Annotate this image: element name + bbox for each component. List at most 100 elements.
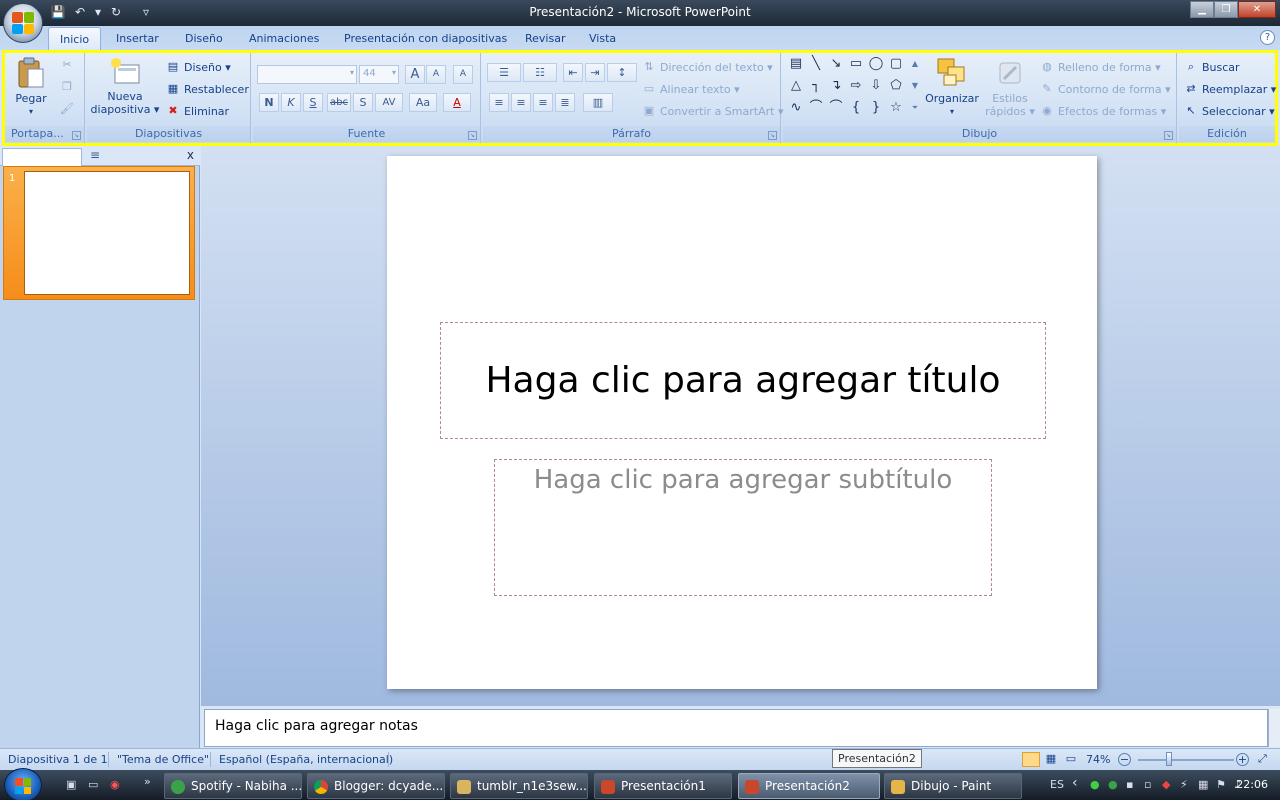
- maximize-button[interactable]: ❐: [1214, 1, 1238, 18]
- tab-inicio[interactable]: Inicio: [48, 27, 102, 50]
- cut-icon[interactable]: ✂: [59, 57, 75, 73]
- normal-view-icon[interactable]: [1022, 752, 1040, 767]
- shape-fill-button[interactable]: ◍ Relleno de forma ▾: [1039, 59, 1160, 75]
- tab-vista[interactable]: Vista: [589, 31, 616, 46]
- title-placeholder[interactable]: Haga clic para agregar título: [440, 322, 1046, 439]
- reset-button[interactable]: ▦ Restablecer: [165, 81, 249, 97]
- gallery-down-icon[interactable]: ▼: [909, 77, 921, 95]
- change-case-button[interactable]: Aa: [409, 93, 437, 112]
- elbow-connector-shape-icon[interactable]: ┐: [807, 77, 825, 95]
- font-launcher-icon[interactable]: ↘: [468, 131, 477, 140]
- bullets-button[interactable]: ☰: [487, 63, 521, 82]
- format-painter-icon[interactable]: 🖌: [59, 101, 75, 117]
- tray-app-icon[interactable]: ▫: [1144, 778, 1151, 791]
- slide-sorter-view-icon[interactable]: ▦: [1042, 752, 1060, 767]
- font-name-combo[interactable]: ▾: [257, 65, 357, 84]
- underline-button[interactable]: S: [303, 93, 323, 112]
- tab-outline[interactable]: ≡: [86, 148, 156, 166]
- antivirus-icon[interactable]: ◆: [1162, 778, 1170, 791]
- messenger-icon[interactable]: ●: [1090, 778, 1100, 791]
- find-button[interactable]: ⌕ Buscar: [1183, 59, 1240, 75]
- delete-slide-button[interactable]: ✖ Eliminar: [165, 103, 229, 119]
- arrow-line-shape-icon[interactable]: ↘: [827, 55, 845, 73]
- slide-thumbnail[interactable]: [24, 171, 190, 295]
- right-arrow-shape-icon[interactable]: ⇨: [847, 77, 865, 95]
- left-brace-shape-icon[interactable]: {: [847, 99, 865, 117]
- notes-pane[interactable]: Haga clic para agregar notas: [204, 709, 1268, 747]
- slide-canvas[interactable]: Haga clic para agregar título Haga clic …: [387, 156, 1097, 689]
- replace-button[interactable]: ⇄ Reemplazar ▾: [1183, 81, 1276, 97]
- text-direction-button[interactable]: ⇅ Dirección del texto ▾: [641, 59, 772, 75]
- decrease-indent-button[interactable]: ⇤: [563, 63, 583, 82]
- taskbar-item-paint[interactable]: Dibujo - Paint: [884, 773, 1022, 799]
- office-button[interactable]: [3, 3, 43, 43]
- shrink-font-button[interactable]: A: [426, 65, 446, 84]
- shape-outline-button[interactable]: ✎ Contorno de forma ▾: [1039, 81, 1170, 97]
- tray-expand-icon[interactable]: ‹: [1072, 775, 1078, 791]
- increase-indent-button[interactable]: ⇥: [585, 63, 605, 82]
- align-left-button[interactable]: ≡: [489, 93, 509, 112]
- customize-qat-icon[interactable]: ▿: [138, 4, 154, 20]
- smartart-button[interactable]: ▣ Convertir a SmartArt ▾: [641, 103, 784, 119]
- language-status[interactable]: Español (España, internacional): [219, 753, 393, 766]
- help-icon[interactable]: ?: [1260, 30, 1275, 45]
- redo-icon[interactable]: ↻: [108, 4, 124, 20]
- network-icon[interactable]: ▦: [1198, 778, 1208, 791]
- right-brace-shape-icon[interactable]: }: [867, 99, 885, 117]
- tab-diseno[interactable]: Diseño: [185, 31, 223, 46]
- tab-animaciones[interactable]: Animaciones: [249, 31, 319, 46]
- align-text-button[interactable]: ▭ Alinear texto ▾: [641, 81, 740, 97]
- select-button[interactable]: ↖ Seleccionar ▾: [1183, 103, 1274, 119]
- tray-app-icon[interactable]: ▪: [1126, 778, 1133, 791]
- zoom-in-button[interactable]: +: [1236, 753, 1249, 766]
- shadow-button[interactable]: S: [353, 93, 373, 112]
- justify-button[interactable]: ≣: [555, 93, 575, 112]
- start-button[interactable]: [4, 768, 42, 800]
- zoom-slider-knob[interactable]: [1166, 752, 1172, 766]
- align-right-button[interactable]: ≡: [533, 93, 553, 112]
- italic-button[interactable]: K: [281, 93, 301, 112]
- subtitle-placeholder[interactable]: Haga clic para agregar subtítulo: [494, 459, 992, 596]
- align-center-button[interactable]: ≡: [511, 93, 531, 112]
- triangle-shape-icon[interactable]: △: [787, 77, 805, 95]
- taskbar-item-presentacion1[interactable]: Presentación1: [594, 773, 732, 799]
- down-arrow-shape-icon[interactable]: ⇩: [867, 77, 885, 95]
- arc-shape-icon[interactable]: ⌒: [827, 99, 845, 117]
- tab-insertar[interactable]: Insertar: [116, 31, 159, 46]
- zoom-slider-track[interactable]: [1138, 759, 1234, 761]
- input-language[interactable]: ES: [1050, 778, 1064, 791]
- tab-revisar[interactable]: Revisar: [525, 31, 565, 46]
- undo-icon[interactable]: ↶: [72, 4, 88, 20]
- paste-dropdown-icon[interactable]: ▾: [11, 105, 51, 118]
- quicklaunch-overflow-icon[interactable]: »: [144, 775, 160, 789]
- taskbar-item-tumblr[interactable]: tumblr_n1e3sew...: [450, 773, 588, 799]
- grow-font-button[interactable]: A: [405, 65, 425, 84]
- paste-button[interactable]: Pegar ▾: [11, 57, 51, 118]
- slide-thumbnail-item[interactable]: 1: [3, 166, 195, 300]
- strikethrough-button[interactable]: abc: [327, 93, 351, 112]
- flag-icon[interactable]: ⚑: [1216, 778, 1226, 791]
- undo-dropdown-icon[interactable]: ▾: [94, 4, 102, 20]
- spotify-tray-icon[interactable]: ●: [1108, 778, 1118, 791]
- copy-icon[interactable]: ❐: [59, 79, 75, 95]
- freeform-shape-icon[interactable]: ⬠: [887, 77, 905, 95]
- scribble-shape-icon[interactable]: ∿: [787, 99, 805, 117]
- close-pane-icon[interactable]: x: [187, 148, 194, 162]
- font-color-button[interactable]: A: [443, 93, 471, 112]
- minimize-button[interactable]: ▁: [1190, 1, 1214, 18]
- arrange-button[interactable]: Organizar ▾: [925, 57, 979, 118]
- line-shape-icon[interactable]: ╲: [807, 55, 825, 73]
- columns-button[interactable]: ▥: [583, 93, 613, 112]
- numbering-button[interactable]: ☷: [523, 63, 557, 82]
- app-quicklaunch-icon[interactable]: ◉: [110, 778, 126, 792]
- zoom-out-button[interactable]: −: [1118, 753, 1131, 766]
- notes-scrollbar[interactable]: [1268, 709, 1280, 747]
- explorer-icon[interactable]: ▣: [66, 778, 82, 792]
- drawing-launcher-icon[interactable]: ↘: [1164, 131, 1173, 140]
- clock[interactable]: 22:06: [1236, 778, 1268, 791]
- textbox-shape-icon[interactable]: ▤: [787, 55, 805, 73]
- shape-effects-button[interactable]: ◉ Efectos de formas ▾: [1039, 103, 1166, 119]
- tab-presentacion[interactable]: Presentación con diapositivas: [344, 31, 507, 46]
- slideshow-view-icon[interactable]: ▭: [1062, 752, 1080, 767]
- new-slide-button[interactable]: Nueva diapositiva ▾: [89, 57, 161, 116]
